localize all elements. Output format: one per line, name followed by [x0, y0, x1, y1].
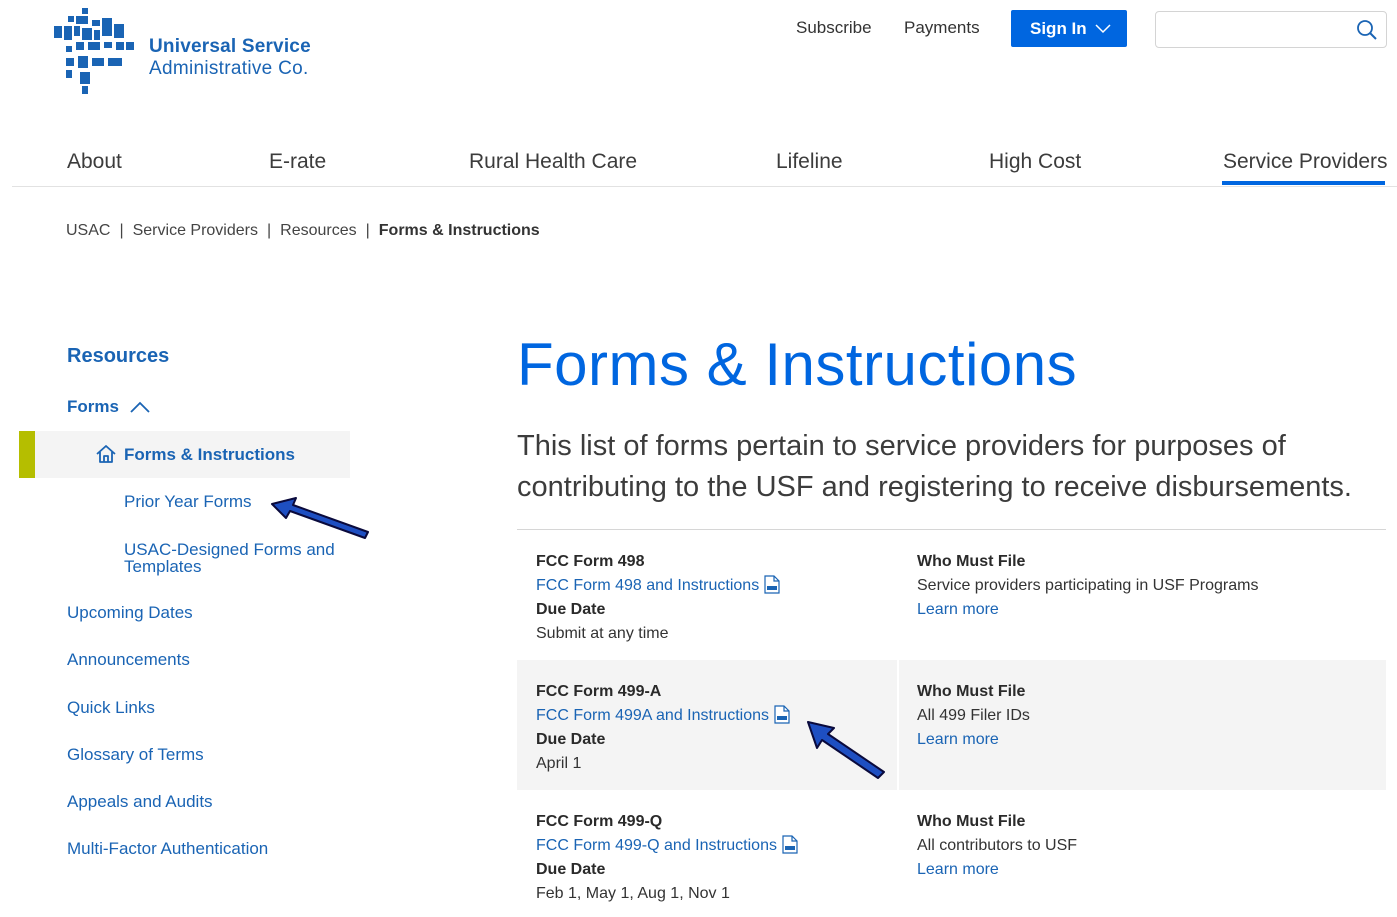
sidebar-item-appeals-audits[interactable]: Appeals and Audits [67, 792, 213, 812]
form-link-498[interactable]: FCC Form 498 and Instructions [536, 574, 780, 598]
who-must-file-value: All contributors to USF [917, 837, 1078, 854]
search-input[interactable] [1156, 12, 1346, 47]
annotation-arrow-up-left [807, 721, 885, 779]
due-date-label: Due Date [536, 861, 606, 878]
intro-text: This list of forms pertain to service pr… [517, 430, 1352, 503]
sidebar-item-upcoming-dates[interactable]: Upcoming Dates [67, 603, 193, 623]
logo-line2: Administrative Co. [149, 58, 309, 79]
who-must-file-label: Who Must File [917, 683, 1026, 700]
search-box[interactable] [1155, 11, 1387, 48]
form-row-498: FCC Form 498 FCC Form 498 and Instructio… [517, 530, 1386, 660]
usac-logo[interactable]: Universal Service Administrative Co. [52, 6, 352, 98]
form-link-label: FCC Form 499-Q and Instructions [536, 837, 777, 854]
breadcrumb-separator: | [266, 222, 272, 239]
subscribe-link[interactable]: Subscribe [796, 18, 872, 38]
sidebar-item-quick-links[interactable]: Quick Links [67, 698, 155, 718]
breadcrumb-service-providers[interactable]: Service Providers [133, 222, 258, 240]
breadcrumb-resources[interactable]: Resources [280, 222, 356, 240]
form-link-label: FCC Form 499A and Instructions [536, 707, 769, 724]
sidebar-item-forms-instructions[interactable]: Forms & Instructions [19, 431, 350, 478]
sign-in-label: Sign In [1030, 18, 1087, 38]
pdf-icon [782, 835, 798, 854]
logo-line1: Universal Service [149, 36, 311, 57]
sidebar-forms-toggle[interactable]: Forms [67, 397, 151, 417]
pdf-icon [764, 575, 780, 594]
nav-item-high-cost[interactable]: High Cost [989, 150, 1081, 174]
sidebar-forms-label: Forms [67, 397, 119, 416]
breadcrumb: USAC | Service Providers | Resources | F… [66, 222, 540, 240]
nav-item-service-providers[interactable]: Service Providers [1223, 150, 1388, 174]
who-must-file-label: Who Must File [917, 813, 1026, 830]
nav-item-about[interactable]: About [67, 150, 122, 174]
nav-item-rural-health-care[interactable]: Rural Health Care [469, 150, 637, 174]
column-divider [897, 530, 899, 660]
who-must-file-value: Service providers participating in USF P… [917, 577, 1259, 594]
sidebar-item-glossary[interactable]: Glossary of Terms [67, 745, 204, 765]
nav-item-erate[interactable]: E-rate [269, 150, 326, 174]
sidebar-item-label: Forms & Instructions [124, 445, 295, 464]
breadcrumb-current: Forms & Instructions [378, 222, 540, 239]
breadcrumb-separator: | [365, 222, 370, 239]
sidebar-item-mfa[interactable]: Multi-Factor Authentication [67, 839, 268, 859]
annotation-arrow-left [271, 497, 369, 539]
home-icon [96, 445, 116, 463]
column-divider [897, 660, 899, 790]
form-link-499q[interactable]: FCC Form 499-Q and Instructions [536, 834, 798, 858]
breadcrumb-separator: | [119, 222, 124, 239]
form-link-label: FCC Form 498 and Instructions [536, 577, 760, 594]
sidebar-item-announcements[interactable]: Announcements [67, 650, 190, 670]
form-name: FCC Form 499-Q [536, 813, 663, 830]
due-date-label: Due Date [536, 601, 606, 618]
chevron-up-icon [130, 401, 150, 413]
due-date-value: Submit at any time [536, 625, 669, 642]
form-name: FCC Form 498 [536, 553, 645, 570]
form-name: FCC Form 499-A [536, 683, 662, 700]
who-must-file-value: All 499 Filer IDs [917, 707, 1030, 724]
learn-more-link[interactable]: Learn more [917, 858, 999, 882]
learn-more-link[interactable]: Learn more [917, 598, 999, 622]
sidebar-item-prior-year-forms[interactable]: Prior Year Forms [124, 492, 252, 512]
due-date-value: Feb 1, May 1, Aug 1, Nov 1 [536, 885, 730, 902]
learn-more-link[interactable]: Learn more [917, 728, 999, 752]
sidebar-title[interactable]: Resources [67, 345, 169, 368]
nav-item-lifeline[interactable]: Lifeline [776, 150, 843, 174]
breadcrumb-usac[interactable]: USAC [66, 222, 110, 240]
payments-link[interactable]: Payments [904, 18, 980, 38]
column-divider [897, 790, 899, 917]
usac-logo-mark [54, 8, 134, 94]
search-icon[interactable] [1356, 19, 1378, 46]
form-row-499a: FCC Form 499-A FCC Form 499A and Instruc… [517, 660, 1386, 790]
pdf-icon[interactable] [774, 705, 790, 724]
page-title: Forms & Instructions [517, 331, 1078, 398]
form-row-499q: FCC Form 499-Q FCC Form 499-Q and Instru… [517, 790, 1386, 917]
form-link-499a[interactable]: FCC Form 499A and Instructions [536, 704, 790, 728]
who-must-file-label: Who Must File [917, 553, 1026, 570]
active-indicator-bar [19, 431, 35, 478]
nav-active-indicator [1222, 181, 1385, 185]
main-nav: About E-rate Rural Health Care Lifeline … [12, 140, 1397, 187]
sidebar-item-usac-designed-forms[interactable]: USAC-Designed Forms and Templates [124, 541, 354, 575]
chevron-down-icon [1095, 19, 1111, 39]
sign-in-button[interactable]: Sign In [1011, 10, 1127, 47]
